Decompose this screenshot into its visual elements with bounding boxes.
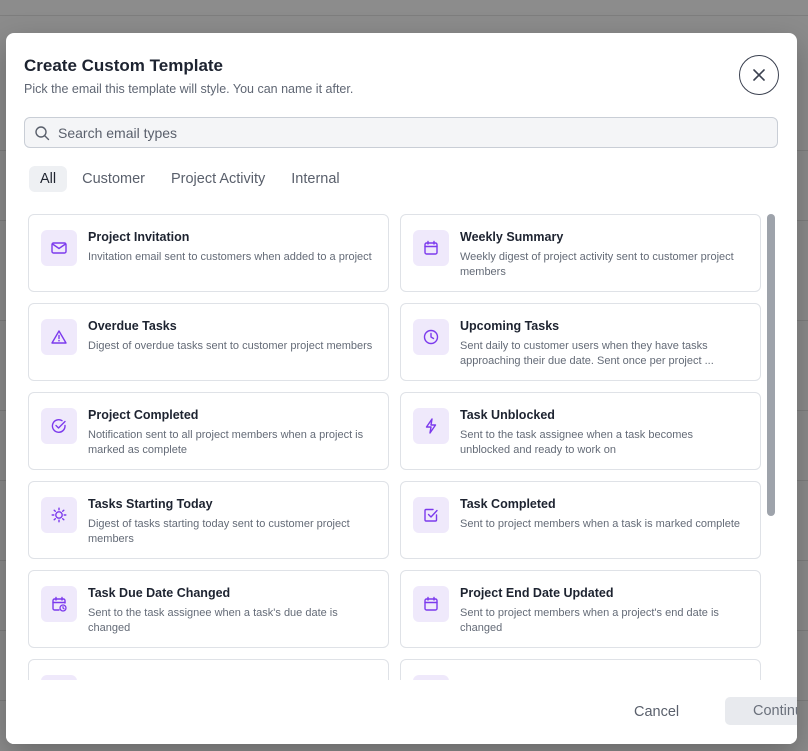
search-input[interactable] [58, 124, 758, 141]
template-card[interactable]: Upcoming Tasks Sent daily to customer use… [400, 303, 761, 381]
template-list[interactable]: Project Invitation Invitation email sent … [28, 214, 761, 680]
tab-internal[interactable]: Internal [280, 166, 350, 192]
calendar-icon [413, 230, 449, 266]
template-card-description: Sent daily to customer users when they h… [460, 340, 714, 367]
calendar-clock-icon [41, 586, 77, 622]
template-card[interactable]: Task Due Date Changed Sent to the task as… [28, 570, 389, 648]
template-card-title: Task Due Date Changed [88, 586, 231, 600]
template-card-description: Sent to project members when a task is m… [460, 518, 741, 530]
template-card[interactable]: Tasks Starting Today Digest of tasks star… [28, 481, 389, 559]
template-card-title: Project End Date Updated [460, 586, 614, 600]
template-card-title: Task Completed [460, 497, 556, 511]
template-card-description: Digest of tasks starting today sent to c… [88, 518, 350, 545]
check-square-icon [413, 497, 449, 533]
search-box[interactable] [24, 117, 778, 148]
template-card[interactable]: Task Unblocked Sent to the task assignee … [400, 392, 761, 470]
template-card[interactable]: Task Completed Sent to project members wh… [400, 481, 761, 559]
template-card[interactable]: Project Invitation Invitation email sent … [28, 214, 389, 292]
continue-button[interactable]: Continue [725, 697, 797, 725]
template-card[interactable]: Project End Date Updated Sent to project … [400, 570, 761, 648]
template-card-description: Digest of overdue tasks sent to customer… [88, 340, 373, 352]
modal-subtitle: Pick the email this template will style.… [24, 82, 354, 96]
template-card-description: Sent to the task assignee when a task's … [88, 607, 338, 634]
search-icon [34, 125, 50, 141]
category-tabs: All Customer Project Activity Internal [29, 166, 351, 192]
modal-title: Create Custom Template [24, 56, 224, 75]
sun-icon [41, 497, 77, 533]
template-card[interactable]: Weekly Summary Weekly digest of project a… [400, 214, 761, 292]
template-card-title: Overdue Tasks [88, 319, 177, 333]
clock-icon [413, 319, 449, 355]
template-card-description: Weekly digest of project activity sent t… [460, 251, 734, 278]
template-card[interactable]: Overdue Tasks Digest of overdue tasks sen… [28, 303, 389, 381]
template-card-title: Project Completed [88, 408, 199, 422]
template-card-description: Sent to the task assignee when a task be… [460, 429, 693, 456]
template-card-description: Invitation email sent to customers when … [88, 251, 372, 263]
tab-all[interactable]: All [29, 166, 68, 192]
template-card[interactable] [28, 659, 389, 680]
cancel-button[interactable]: Cancel [626, 699, 687, 725]
create-template-modal: Create Custom Template Pick the email th… [6, 33, 797, 744]
template-card-title: Task Unblocked [460, 408, 555, 422]
template-card-title: Tasks Starting Today [88, 497, 213, 511]
warning-icon [41, 319, 77, 355]
template-card-title: Weekly Summary [460, 230, 564, 244]
template-card[interactable] [400, 659, 761, 680]
close-button[interactable] [739, 55, 779, 95]
tab-customer[interactable]: Customer [71, 166, 156, 192]
template-card[interactable]: Project Completed Notification sent to al… [28, 392, 389, 470]
template-card-description: Sent to project members when a project's… [460, 607, 719, 634]
close-icon [753, 69, 765, 81]
check-circle-icon [41, 408, 77, 444]
lightning-icon [413, 408, 449, 444]
template-card-title: Upcoming Tasks [460, 319, 560, 333]
calendar-icon [413, 586, 449, 622]
template-card-title: Project Invitation [88, 230, 190, 244]
tab-project-activity[interactable]: Project Activity [160, 166, 276, 192]
mail-icon [41, 230, 77, 266]
scrollbar[interactable] [767, 214, 775, 516]
template-card-description: Notification sent to all project members… [88, 429, 364, 456]
